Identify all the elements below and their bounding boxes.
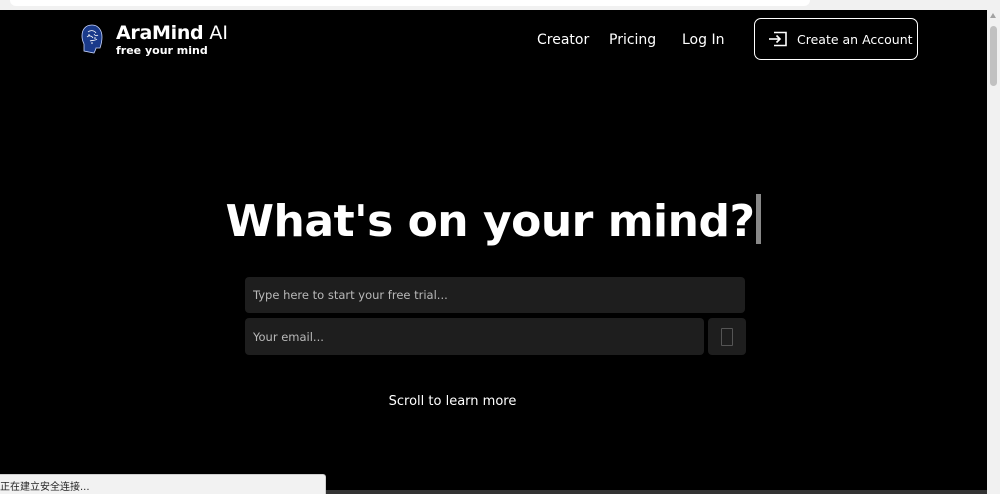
brand-name: AraMind — [116, 22, 204, 44]
hero-title: What's on your mind? — [0, 194, 987, 247]
page-viewport: AraMind AI free your mind Creator Pricing… — [0, 10, 987, 494]
hero-title-text: What's on your mind? — [225, 196, 755, 247]
sign-in-icon — [768, 31, 788, 47]
prompt-input[interactable] — [245, 277, 745, 313]
browser-tab-edge — [10, 0, 810, 6]
brand-suffix: AI — [209, 22, 228, 44]
nav-creator-link[interactable]: Creator — [537, 32, 589, 48]
scroll-up-arrow-icon[interactable] — [990, 13, 996, 18]
submit-button[interactable] — [708, 318, 746, 355]
create-account-button[interactable]: Create an Account — [754, 18, 918, 60]
typing-caret — [756, 194, 762, 244]
create-account-label: Create an Account — [797, 31, 913, 47]
page-scrollbar[interactable] — [987, 10, 1000, 494]
scrollbar-thumb[interactable] — [990, 26, 997, 86]
brand-wordmark[interactable]: AraMind AI — [116, 22, 228, 44]
browser-top-bar — [0, 0, 1000, 10]
nav-login-link[interactable]: Log In — [682, 32, 724, 48]
browser-status-bar: 正在建立安全连接... — [0, 474, 326, 494]
brand-tagline: free your mind — [116, 44, 208, 57]
email-input[interactable] — [245, 318, 704, 355]
scroll-hint[interactable]: Scroll to learn more — [0, 394, 905, 409]
site-header: AraMind AI free your mind Creator Pricing… — [0, 10, 987, 70]
brain-head-icon[interactable] — [80, 24, 104, 54]
submit-icon — [721, 327, 733, 346]
nav-pricing-link[interactable]: Pricing — [609, 32, 656, 48]
